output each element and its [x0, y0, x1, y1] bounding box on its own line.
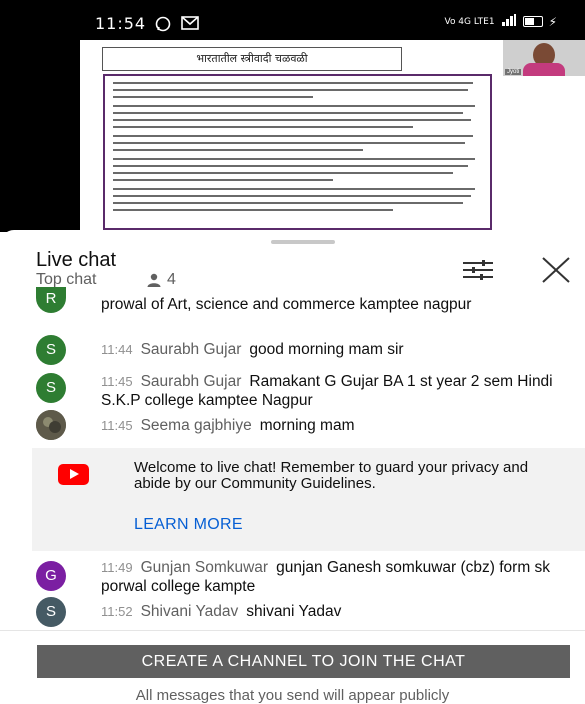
- slide-text-line: [113, 89, 468, 91]
- slide-text-line: [113, 149, 363, 151]
- avatar: G: [36, 561, 66, 591]
- clock: 11:54: [95, 14, 147, 33]
- youtube-icon: [58, 464, 89, 485]
- message-author[interactable]: Shivani Yadav: [141, 603, 239, 620]
- slide-text-line: [113, 165, 468, 167]
- learn-more-link[interactable]: LEARN MORE: [134, 516, 243, 534]
- slide-text-line: [113, 82, 473, 84]
- slide-text-line: [113, 179, 333, 181]
- battery-icon: [522, 16, 543, 27]
- message-author[interactable]: Saurabh Gujar: [141, 341, 242, 358]
- message-body: 11:45 Saurabh Gujar Ramakant G Gujar BA 1 …: [101, 372, 571, 410]
- message-text: morning mam: [259, 417, 355, 434]
- participant-name: Jyoti: [505, 69, 522, 75]
- welcome-text: Welcome to live chat! Remember to guard …: [134, 459, 529, 492]
- filter-icon[interactable]: [462, 260, 494, 280]
- slide-text-line: [113, 142, 465, 144]
- message-time: 11:44: [101, 342, 133, 357]
- slide-text-line: [113, 209, 393, 211]
- video-player[interactable]: भारतातील स्त्रीवादी चळवळी Jyoti zoom: [0, 40, 585, 232]
- zoom-watermark: zoom: [501, 200, 573, 230]
- create-channel-button[interactable]: CREATE A CHANNEL TO JOIN THE CHAT: [37, 645, 570, 678]
- slide-text-line: [113, 188, 475, 190]
- charging-icon: ⚡: [548, 14, 557, 29]
- message-text: prowal of Art, science and commerce kamp…: [101, 296, 472, 313]
- gmail-icon: [181, 16, 199, 34]
- drag-handle[interactable]: [271, 240, 335, 244]
- chat-title: Live chat: [36, 249, 117, 271]
- slide-text-line: [113, 135, 473, 137]
- participant-body: [523, 63, 565, 76]
- viewer-count: 4: [167, 271, 176, 288]
- slide-title-box: भारतातील स्त्रीवादी चळवळी: [102, 47, 402, 71]
- avatar: S: [36, 373, 66, 403]
- slide-text-line: [113, 158, 475, 160]
- divider: [0, 630, 585, 631]
- slide-text-line: [113, 96, 313, 98]
- slide-text-line: [113, 112, 463, 114]
- slide-text-line: [113, 195, 471, 197]
- message-time: 11:45: [101, 374, 133, 389]
- message-text: shivani Yadav: [246, 603, 342, 620]
- welcome-card: Welcome to live chat! Remember to guard …: [32, 448, 585, 551]
- message-author[interactable]: Seema gajbhiye: [141, 417, 252, 434]
- slide-text-line: [113, 119, 471, 121]
- slide-text-line: [113, 202, 463, 204]
- message-time: 11:45: [101, 418, 133, 433]
- status-right: Vo 4G LTE1 ⚡: [444, 14, 557, 29]
- message-body: 11:52 Shivani Yadav shivani Yadav: [101, 602, 571, 621]
- signal-icon: [501, 14, 517, 29]
- message-author[interactable]: Gunjan Somkuwar: [141, 559, 269, 576]
- message-body: 11:49 Gunjan Somkuwar gunjan Ganesh somkuw…: [101, 558, 571, 596]
- message-body: 11:44 Saurabh Gujar good morning mam sir: [101, 340, 571, 359]
- slide-body: [103, 74, 492, 230]
- message-text: good morning mam sir: [249, 341, 404, 358]
- person-icon: [146, 273, 162, 287]
- network-label: Vo 4G LTE1: [444, 16, 495, 27]
- avatar-photo: [36, 410, 66, 440]
- slide-text-line: [113, 172, 453, 174]
- close-icon[interactable]: [541, 257, 571, 283]
- avatar: S: [36, 335, 66, 365]
- slide-text-line: [113, 105, 475, 107]
- slide-title: भारतातील स्त्रीवादी चळवळी: [196, 52, 308, 65]
- message-time: 11:49: [101, 560, 133, 575]
- status-bar: 11:54 Vo 4G LTE1 ⚡: [0, 0, 585, 40]
- avatar: S: [36, 597, 66, 627]
- whatsapp-icon: [155, 16, 171, 36]
- message-time: 11:52: [101, 604, 133, 619]
- message-body: 11:45 Seema gajbhiye morning mam: [101, 416, 571, 435]
- slide-text-line: [113, 126, 413, 128]
- message-author[interactable]: Saurabh Gujar: [141, 373, 242, 390]
- participant-video: Jyoti: [503, 40, 585, 76]
- public-notice: All messages that you send will appear p…: [135, 687, 450, 704]
